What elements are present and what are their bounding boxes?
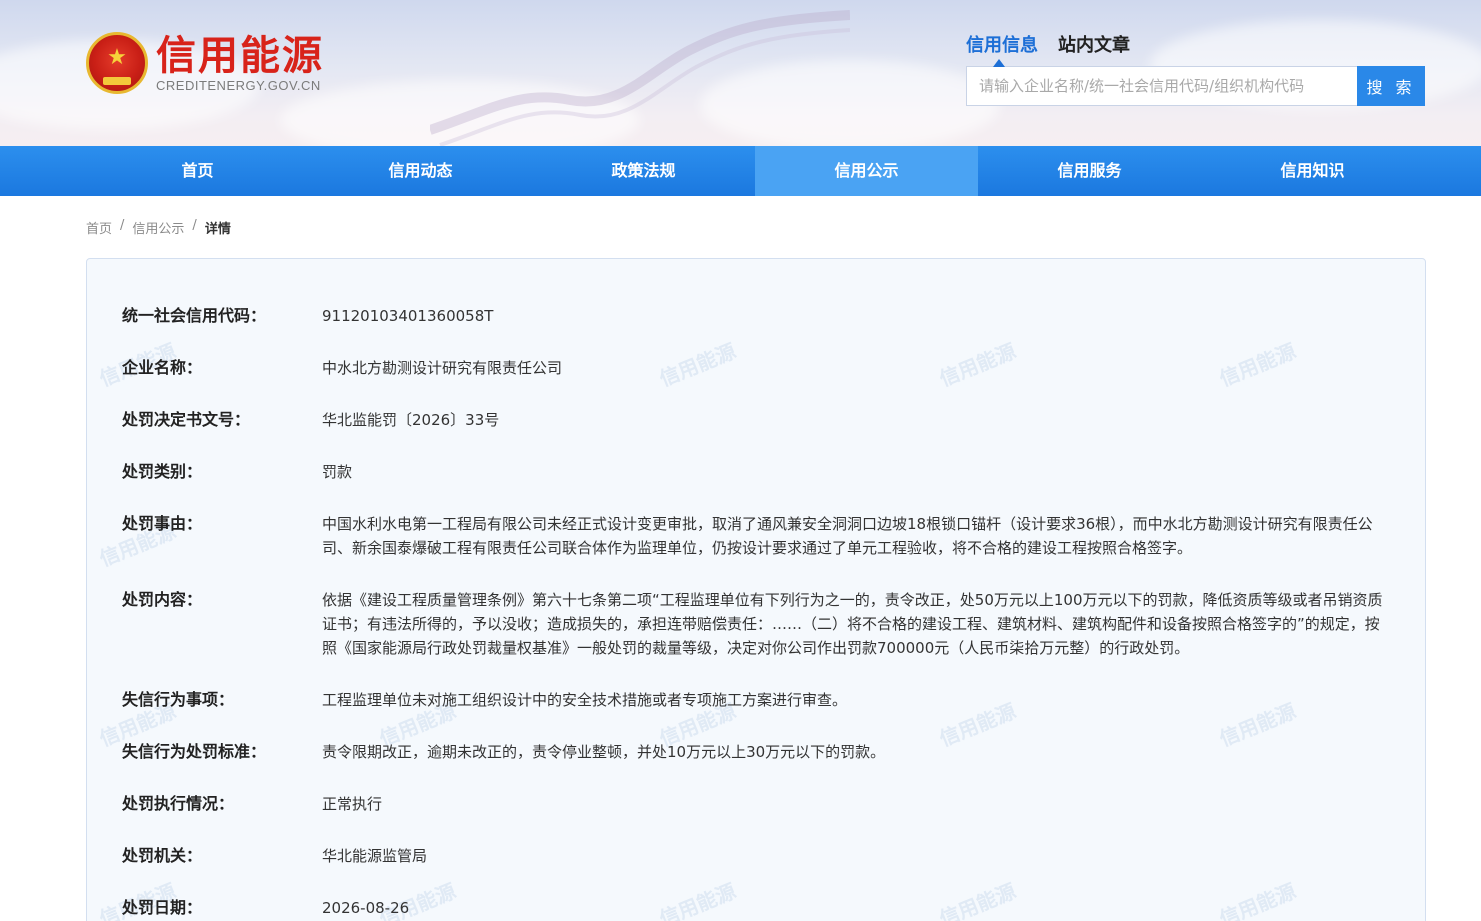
detail-row-company-name: 企业名称： 中水北方勘测设计研究有限责任公司 <box>122 356 1392 380</box>
tab-site-articles[interactable]: 站内文章 <box>1058 31 1130 57</box>
nav-item-home[interactable]: 首页 <box>86 146 309 196</box>
detail-row-penalty-reason: 处罚事由： 中国水利水电第一工程局有限公司未经正式设计变更审批，取消了通风兼安全… <box>122 512 1392 560</box>
detail-row-penalty-date: 处罚日期： 2026-08-26 <box>122 896 1392 920</box>
detail-label: 处罚机关： <box>122 846 203 865</box>
detail-value: 华北监能罚〔2026〕33号 <box>322 411 500 429</box>
detail-value: 依据《建设工程质量管理条例》第六十七条第二项“工程监理单位有下列行为之一的，责令… <box>322 591 1383 657</box>
detail-label: 处罚事由： <box>122 514 203 533</box>
search-button[interactable]: 搜 索 <box>1357 66 1425 106</box>
detail-label: 处罚日期： <box>122 898 203 917</box>
site-header: ★ 信用能源 CREDITENERGY.GOV.CN 信用信息 站内文章 搜 索 <box>0 0 1481 146</box>
breadcrumb-home[interactable]: 首页 <box>86 218 112 237</box>
breadcrumb: 首页 / 信用公示 / 详情 <box>86 218 231 237</box>
detail-value: 2026-08-26 <box>322 899 410 917</box>
tab-credit-info[interactable]: 信用信息 <box>966 31 1038 67</box>
detail-row-credit-code: 统一社会信用代码： 91120103401360058T <box>122 304 1392 328</box>
detail-value: 正常执行 <box>322 795 383 813</box>
nav-item-credit-publicity[interactable]: 信用公示 <box>755 146 978 196</box>
logo-title: 信用能源 <box>156 32 324 79</box>
detail-value: 工程监理单位未对施工组织设计中的安全技术措施或者专项施工方案进行审查。 <box>322 691 848 709</box>
detail-row-authority: 处罚机关： 华北能源监管局 <box>122 844 1392 868</box>
detail-panel: 信用能源 信用能源 信用能源 信用能源 信用能源 信用能源 信用能源 信用能源 … <box>86 258 1426 921</box>
search-tabs: 信用信息 站内文章 <box>966 28 1426 67</box>
detail-row-decision-number: 处罚决定书文号： 华北监能罚〔2026〕33号 <box>122 408 1392 432</box>
nav-item-credit-services[interactable]: 信用服务 <box>978 146 1201 196</box>
detail-label: 失信行为事项： <box>122 690 235 709</box>
nav-item-credit-knowledge[interactable]: 信用知识 <box>1201 146 1424 196</box>
national-emblem-icon: ★ <box>86 32 148 94</box>
detail-label: 处罚执行情况： <box>122 794 235 813</box>
detail-value: 责令限期改正，逾期未改正的，责令停业整顿，并处10万元以上30万元以下的罚款。 <box>322 743 886 761</box>
detail-value: 罚款 <box>322 463 353 481</box>
detail-value: 华北能源监管局 <box>322 847 428 865</box>
breadcrumb-separator: / <box>120 218 125 233</box>
main-nav: 首页 信用动态 政策法规 信用公示 信用服务 信用知识 <box>0 146 1481 196</box>
detail-label: 处罚内容： <box>122 590 203 609</box>
detail-row-penalty-content: 处罚内容： 依据《建设工程质量管理条例》第六十七条第二项“工程监理单位有下列行为… <box>122 588 1392 660</box>
logo-domain: CREDITENERGY.GOV.CN <box>156 77 321 93</box>
search-box: 搜 索 <box>966 66 1426 106</box>
search-area: 信用信息 站内文章 搜 索 <box>966 28 1426 106</box>
detail-row-dishonest-standard: 失信行为处罚标准： 责令限期改正，逾期未改正的，责令停业整顿，并处10万元以上3… <box>122 740 1392 764</box>
detail-label: 企业名称： <box>122 358 203 377</box>
detail-value: 中水北方勘测设计研究有限责任公司 <box>322 359 563 377</box>
detail-label: 处罚决定书文号： <box>122 410 251 429</box>
breadcrumb-current: 详情 <box>204 222 231 237</box>
nav-item-credit-news[interactable]: 信用动态 <box>309 146 532 196</box>
detail-label: 统一社会信用代码： <box>122 306 267 325</box>
detail-row-dishonest-matter: 失信行为事项： 工程监理单位未对施工组织设计中的安全技术措施或者专项施工方案进行… <box>122 688 1392 712</box>
nav-item-policies[interactable]: 政策法规 <box>532 146 755 196</box>
detail-label: 处罚类别： <box>122 462 203 481</box>
detail-row-execution-status: 处罚执行情况： 正常执行 <box>122 792 1392 816</box>
great-wall-illustration <box>430 10 850 146</box>
detail-value: 91120103401360058T <box>322 307 494 325</box>
breadcrumb-credit-publicity[interactable]: 信用公示 <box>132 218 184 237</box>
site-logo[interactable]: ★ 信用能源 CREDITENERGY.GOV.CN <box>86 32 324 94</box>
detail-label: 失信行为处罚标准： <box>122 742 267 761</box>
search-input[interactable] <box>966 66 1357 106</box>
detail-value: 中国水利水电第一工程局有限公司未经正式设计变更审批，取消了通风兼安全洞洞口边坡1… <box>322 515 1373 557</box>
detail-row-penalty-type: 处罚类别： 罚款 <box>122 460 1392 484</box>
breadcrumb-separator: / <box>192 218 197 233</box>
